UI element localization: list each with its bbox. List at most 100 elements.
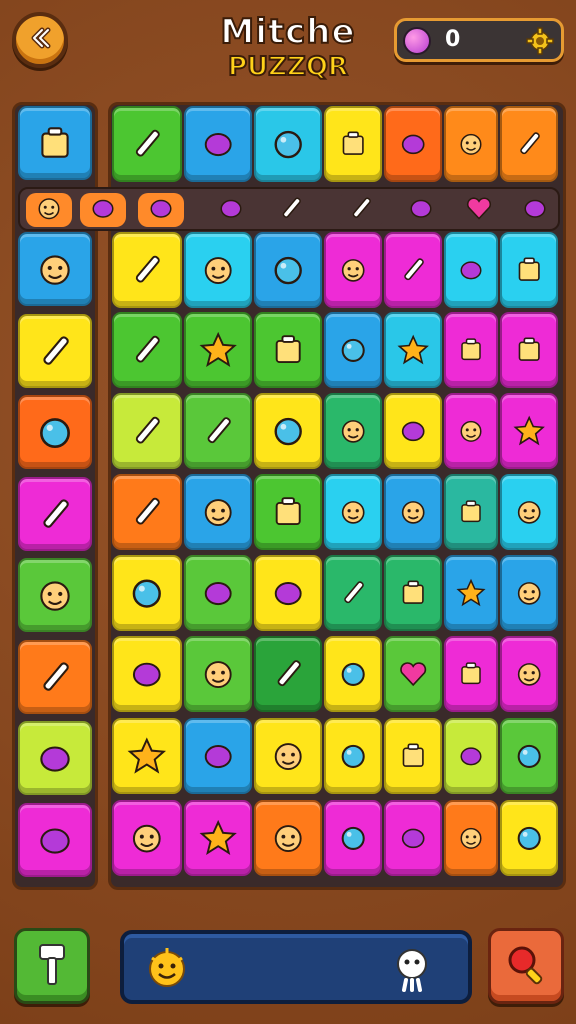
board-tile[interactable] [112,232,182,308]
blue-blob-icon [88,193,118,227]
board-tile[interactable] [184,232,252,308]
board-tile[interactable] [500,800,558,876]
side-tile[interactable] [18,639,92,714]
collected-item [268,193,314,227]
cat-face-icon [186,638,250,710]
carrot-icon [186,395,250,467]
board-tile[interactable] [112,312,182,388]
board-tile[interactable] [444,312,498,388]
back-button[interactable] [12,12,68,68]
board-tile[interactable] [444,106,498,182]
side-tile[interactable] [18,721,92,795]
board-tile[interactable] [324,555,382,631]
side-tile[interactable] [18,395,92,469]
board-tile[interactable] [500,636,558,712]
board-tile[interactable] [184,800,252,876]
board-tile[interactable] [254,232,322,308]
robot-icon [446,395,496,467]
board-tile[interactable] [444,555,498,631]
board-tile[interactable] [112,106,182,182]
book-icon [502,234,556,306]
board-tile[interactable] [184,555,252,631]
board-tile[interactable] [324,106,382,182]
board-tile[interactable] [112,800,182,876]
board-tile[interactable] [324,800,382,876]
board-tile[interactable] [500,555,558,631]
board-tile[interactable] [500,474,558,550]
board-tile[interactable] [500,106,558,182]
side-tile[interactable] [18,802,92,877]
hammer-button[interactable] [14,928,90,1004]
board-tile[interactable] [254,636,322,712]
board-tile[interactable] [384,474,442,550]
board-tile[interactable] [254,800,322,876]
board-tile[interactable] [254,555,322,631]
board-tile[interactable] [184,474,252,550]
board-tile[interactable] [444,636,498,712]
board-tile[interactable] [184,636,252,712]
board-tile[interactable] [254,474,322,550]
board-tile[interactable] [384,555,442,631]
sunflower-icon [502,395,556,467]
board-tile[interactable] [500,393,558,469]
progress-bar [120,930,472,1004]
board-tile[interactable] [254,393,322,469]
board-tile[interactable] [500,232,558,308]
eggplant-icon [256,557,320,629]
board-tile[interactable] [384,106,442,182]
board-tile[interactable] [384,393,442,469]
board-tile[interactable] [112,636,182,712]
board-tile[interactable] [384,232,442,308]
board-tile[interactable] [384,636,442,712]
box-icon [326,108,380,180]
board-tile[interactable] [112,474,182,550]
sun-red-icon [446,557,496,629]
board-tile[interactable] [444,800,498,876]
board-tile[interactable] [254,106,322,182]
board-tile[interactable] [184,393,252,469]
board-tile[interactable] [324,312,382,388]
side-tile[interactable] [18,313,92,388]
board-tile[interactable] [254,312,322,388]
board-tile[interactable] [324,474,382,550]
board-tile[interactable] [324,636,382,712]
board-tile[interactable] [184,106,252,182]
side-tile[interactable] [18,232,92,306]
board-tile[interactable] [112,555,182,631]
bracelet-icon [20,805,90,875]
board-tile[interactable] [324,718,382,794]
cactus-face-icon [446,108,496,180]
smiley-icon [326,476,380,548]
board-tile[interactable] [500,718,558,794]
orange-icon [502,720,556,792]
board-tile[interactable] [444,718,498,794]
hammer-icon [32,941,72,991]
settings-gear-icon[interactable] [525,26,555,56]
ball-icon [114,557,180,629]
collected-item [80,193,126,227]
board-tile[interactable] [254,718,322,794]
boy-face-icon [256,720,320,792]
board-tile[interactable] [112,718,182,794]
pharaoh-face-icon [326,234,380,306]
side-tile[interactable] [18,106,92,180]
board-tile[interactable] [444,393,498,469]
board-tile[interactable] [500,312,558,388]
side-tile[interactable] [18,558,92,632]
board-tile[interactable] [384,800,442,876]
board-tile[interactable] [324,393,382,469]
sun-face-icon [502,476,556,548]
girl-face-icon [114,802,180,874]
board-tile[interactable] [384,718,442,794]
board-tile[interactable] [112,393,182,469]
board-tile[interactable] [184,718,252,794]
board-tile[interactable] [444,474,498,550]
board-tile[interactable] [444,232,498,308]
board-tile[interactable] [324,232,382,308]
board-tile[interactable] [184,312,252,388]
collected-item [398,193,444,227]
board-tile[interactable] [384,312,442,388]
search-button[interactable] [488,928,564,1004]
back-arrow-icon [26,24,54,56]
side-tile[interactable] [18,476,92,551]
